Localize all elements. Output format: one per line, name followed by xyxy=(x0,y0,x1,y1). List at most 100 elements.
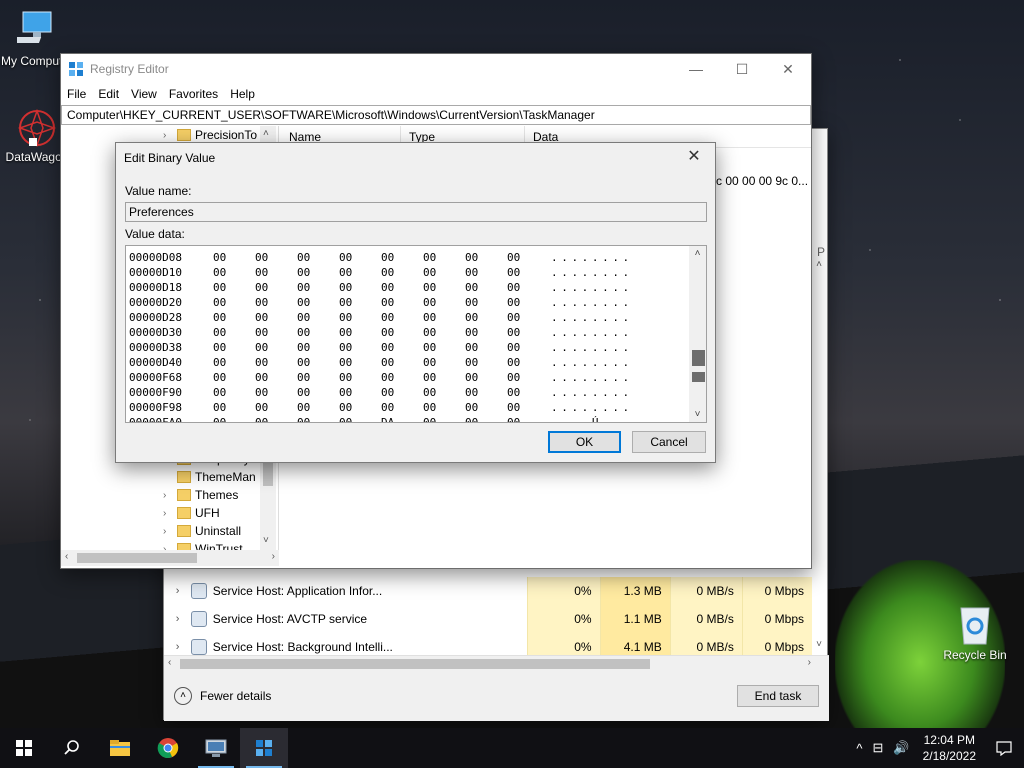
hex-byte[interactable]: 00 xyxy=(297,385,339,400)
hex-byte[interactable]: 00 xyxy=(423,295,465,310)
hex-byte[interactable]: 00 xyxy=(255,310,297,325)
minimize-button[interactable]: — xyxy=(673,54,719,84)
hex-byte[interactable]: 00 xyxy=(255,400,297,415)
hex-byte[interactable]: 00 xyxy=(465,310,507,325)
hex-byte[interactable]: 00 xyxy=(423,280,465,295)
hex-byte[interactable]: 00 xyxy=(255,250,297,265)
hex-byte[interactable]: 00 xyxy=(381,280,423,295)
hex-byte[interactable]: 00 xyxy=(339,295,381,310)
tree-item-wintrust[interactable]: › WinTrust xyxy=(163,540,243,550)
tree-horizontal-scrollbar[interactable]: ‹ › xyxy=(61,550,279,566)
menu-favorites[interactable]: Favorites xyxy=(169,87,218,101)
search-button[interactable] xyxy=(48,728,96,768)
hex-byte[interactable]: 00 xyxy=(507,280,549,295)
hex-byte[interactable]: 00 xyxy=(297,340,339,355)
hex-byte[interactable]: 00 xyxy=(339,355,381,370)
hex-row[interactable]: 00000D08 00 00 00 00 00 00 00 00........ xyxy=(129,250,661,265)
hex-byte[interactable]: 00 xyxy=(339,415,381,422)
menu-view[interactable]: View xyxy=(131,87,157,101)
hex-byte[interactable]: 00 xyxy=(213,325,255,340)
hex-row[interactable]: 00000FA0 00 00 00 00 DA 00 00 00 ....Ú... xyxy=(129,415,661,422)
scroll-left-arrow-icon[interactable]: ‹ xyxy=(168,657,171,668)
hex-byte[interactable]: 00 xyxy=(339,280,381,295)
hex-byte[interactable]: 00 xyxy=(507,265,549,280)
hex-row[interactable]: 00000D10 00 00 00 00 00 00 00 00........ xyxy=(129,265,661,280)
hex-byte[interactable]: 00 xyxy=(213,385,255,400)
expand-chevron-icon[interactable]: › xyxy=(164,641,191,653)
expand-chevron-icon[interactable]: › xyxy=(163,490,177,501)
hex-byte[interactable]: 00 xyxy=(297,310,339,325)
hex-byte[interactable]: 00 xyxy=(381,400,423,415)
hex-vertical-scrollbar[interactable]: ˄ ˅ xyxy=(689,246,706,422)
address-bar[interactable]: Computer\HKEY_CURRENT_USER\SOFTWARE\Micr… xyxy=(61,105,811,125)
hex-byte[interactable]: 00 xyxy=(465,340,507,355)
hex-byte[interactable]: 00 xyxy=(381,340,423,355)
hex-byte[interactable]: 00 xyxy=(213,415,255,422)
file-explorer-button[interactable] xyxy=(96,728,144,768)
horizontal-scrollbar[interactable]: ‹ › xyxy=(164,655,829,671)
cancel-button[interactable]: Cancel xyxy=(632,431,706,453)
menu-help[interactable]: Help xyxy=(230,87,255,101)
hex-byte[interactable]: 00 xyxy=(465,295,507,310)
regedit-taskbar-button[interactable] xyxy=(240,728,288,768)
close-button[interactable]: ✕ xyxy=(765,54,811,84)
hex-byte[interactable]: 00 xyxy=(423,385,465,400)
hex-byte[interactable]: 00 xyxy=(213,250,255,265)
hex-byte[interactable]: 00 xyxy=(255,385,297,400)
hex-byte[interactable]: 00 xyxy=(255,355,297,370)
hex-byte[interactable]: 00 xyxy=(297,415,339,422)
hex-editor[interactable]: 00000D08 00 00 00 00 00 00 00 00........ 00000D10… xyxy=(125,245,707,423)
scroll-right-arrow-icon[interactable]: › xyxy=(272,551,275,562)
hex-byte[interactable]: 00 xyxy=(423,250,465,265)
network-icon[interactable]: ⊟ xyxy=(873,740,884,756)
hex-byte[interactable]: 00 xyxy=(255,325,297,340)
hex-byte[interactable]: 00 xyxy=(297,325,339,340)
hex-byte[interactable]: 00 xyxy=(381,370,423,385)
hex-byte[interactable]: 00 xyxy=(213,310,255,325)
close-icon[interactable]: ✕ xyxy=(681,146,707,168)
scroll-up-arrow-icon[interactable]: ˄ xyxy=(813,259,825,270)
scroll-left-arrow-icon[interactable]: ‹ xyxy=(65,551,68,562)
value-name-field[interactable]: Preferences xyxy=(125,202,707,222)
scroll-down-arrow-icon[interactable]: ˅ xyxy=(263,535,269,546)
hex-byte[interactable]: 00 xyxy=(423,265,465,280)
hex-row[interactable]: 00000F68 00 00 00 00 00 00 00 00........ xyxy=(129,370,661,385)
hex-byte[interactable]: 00 xyxy=(381,250,423,265)
show-hidden-icons-chevron-icon[interactable]: ^ xyxy=(856,741,862,756)
scrollbar-thumb[interactable] xyxy=(692,350,705,366)
hex-byte[interactable]: 00 xyxy=(255,295,297,310)
hex-byte[interactable]: 00 xyxy=(507,370,549,385)
hex-byte[interactable]: 00 xyxy=(381,385,423,400)
expand-chevron-icon[interactable]: › xyxy=(163,526,177,537)
hex-byte[interactable]: 00 xyxy=(381,265,423,280)
maximize-button[interactable]: ☐ xyxy=(719,54,765,84)
hex-byte[interactable]: 00 xyxy=(213,370,255,385)
tree-item-ufh[interactable]: › UFH xyxy=(163,504,220,522)
hex-row[interactable]: 00000D28 00 00 00 00 00 00 00 00........ xyxy=(129,310,661,325)
hex-byte[interactable]: 00 xyxy=(213,265,255,280)
hex-byte[interactable]: 00 xyxy=(339,250,381,265)
hex-byte[interactable]: 00 xyxy=(213,295,255,310)
hex-byte[interactable]: 00 xyxy=(423,325,465,340)
hex-byte[interactable]: 00 xyxy=(213,280,255,295)
title-bar[interactable]: Registry Editor — ☐ ✕ xyxy=(61,54,811,84)
hex-byte[interactable]: 00 xyxy=(507,250,549,265)
hex-byte[interactable]: 00 xyxy=(255,265,297,280)
scroll-right-arrow-icon[interactable]: › xyxy=(808,657,811,668)
hex-byte[interactable]: 00 xyxy=(339,340,381,355)
hex-byte[interactable]: 00 xyxy=(255,280,297,295)
tree-item-themes[interactable]: › Themes xyxy=(163,486,238,504)
hex-byte[interactable]: 00 xyxy=(465,415,507,422)
hex-byte[interactable]: 00 xyxy=(507,400,549,415)
hex-byte[interactable]: 00 xyxy=(297,400,339,415)
hex-byte[interactable]: 00 xyxy=(465,400,507,415)
hex-byte[interactable]: 00 xyxy=(465,265,507,280)
ok-button[interactable]: OK xyxy=(548,431,621,453)
hex-byte[interactable]: 00 xyxy=(381,310,423,325)
hex-byte[interactable]: 00 xyxy=(297,265,339,280)
hex-byte[interactable]: 00 xyxy=(423,415,465,422)
hex-byte[interactable]: 00 xyxy=(255,340,297,355)
scroll-down-arrow-icon[interactable]: ˅ xyxy=(689,409,706,420)
hex-byte[interactable]: 00 xyxy=(465,280,507,295)
hex-byte[interactable]: 00 xyxy=(507,325,549,340)
